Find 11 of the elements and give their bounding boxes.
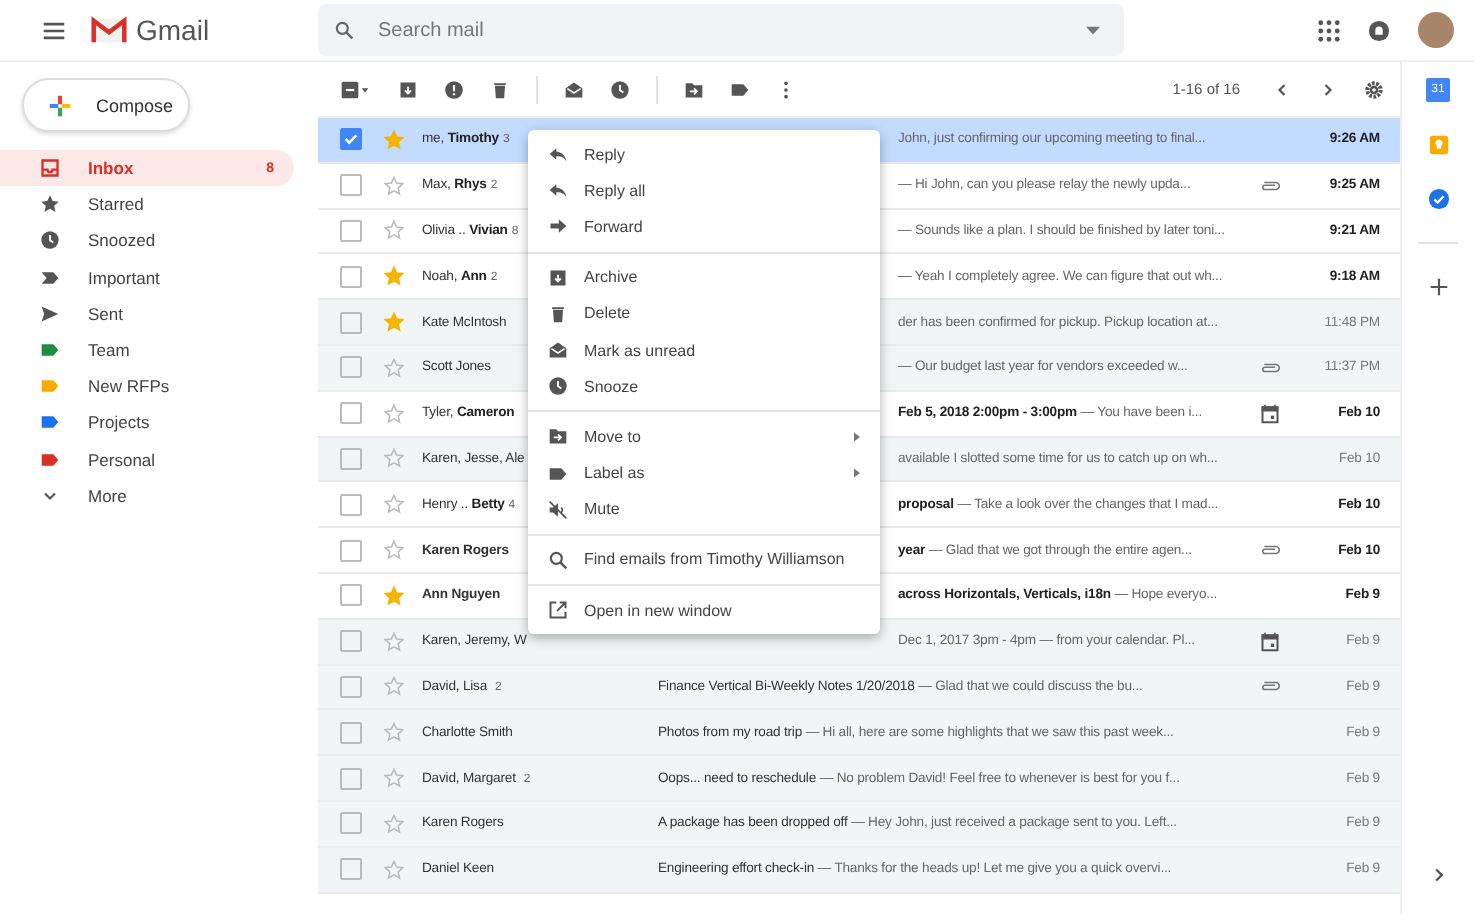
sidebar-label: More	[88, 485, 129, 506]
sidebar-label: Sent	[88, 303, 125, 324]
sidebar-label: Snoozed	[88, 230, 158, 251]
sidebar-label: Important	[88, 267, 162, 288]
sidebar-label: Starred	[88, 194, 146, 215]
sidebar-label: Projects	[88, 412, 152, 433]
sidebar-label: New RFPs	[88, 376, 172, 397]
sidebar-label: Inbox	[88, 158, 136, 179]
sidebar-label: Personal	[88, 449, 158, 470]
app-name: Gmail	[136, 14, 210, 46]
sidebar-label: Team	[88, 340, 132, 361]
